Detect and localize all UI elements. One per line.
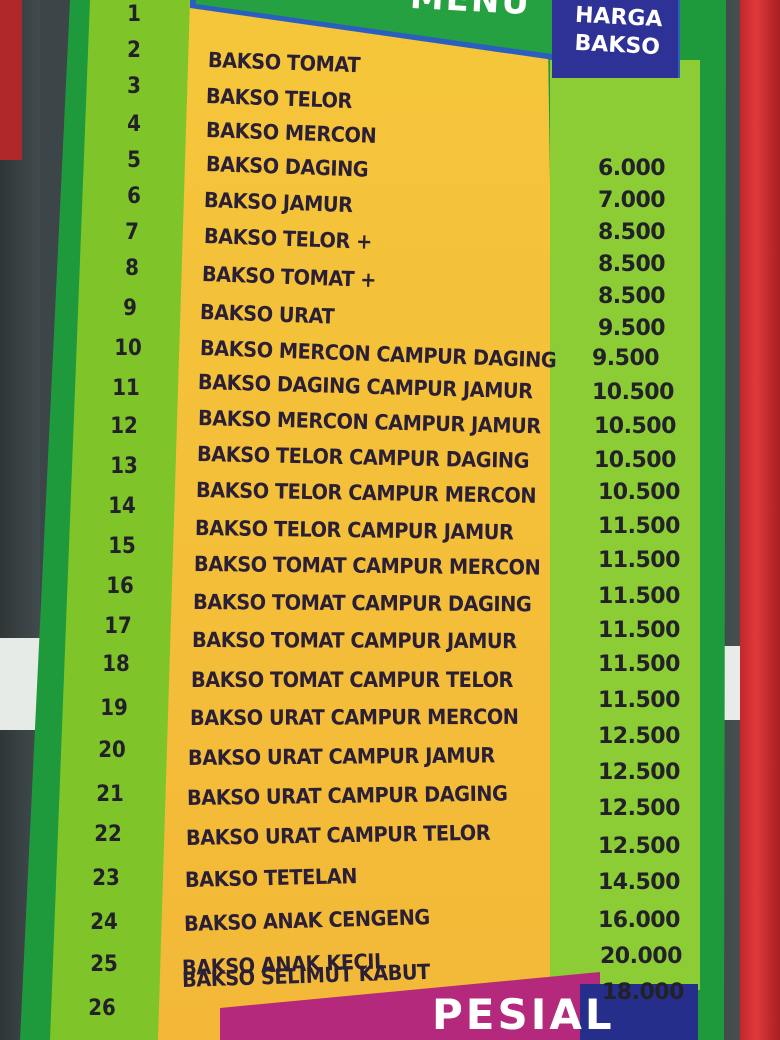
- menu-row-number: 5: [127, 148, 141, 173]
- menu-item-name: BAKSO TOMAT CAMPUR JAMUR: [191, 628, 517, 654]
- menu-item-name: BAKSO JAMUR: [203, 188, 353, 218]
- menu-row-number: 2: [127, 38, 141, 63]
- special-label: PESIAL: [432, 990, 615, 1039]
- menu-item-name: BAKSO TELOR CAMPUR JAMUR: [194, 516, 514, 545]
- menu-item-price: 8.500: [598, 252, 666, 277]
- menu-row-number: 12: [110, 414, 138, 439]
- menu-row-number: 26: [88, 996, 116, 1021]
- menu-item-price: 7.000: [598, 188, 666, 213]
- menu-row-number: 3: [127, 74, 141, 99]
- menu-row-number: 25: [90, 952, 118, 977]
- menu-item-price: 11.500: [598, 652, 680, 677]
- menu-row-number: 23: [92, 866, 120, 891]
- menu-item-price: 9.500: [598, 316, 666, 341]
- menu-item-price: 10.500: [598, 480, 680, 505]
- menu-item-price: 8.500: [598, 220, 666, 245]
- menu-row-number: 6: [127, 184, 141, 209]
- menu-item-name: BAKSO URAT: [199, 300, 335, 329]
- menu-row-number: 9: [123, 296, 137, 321]
- menu-item-price: 10.500: [594, 414, 676, 439]
- menu-item-price: 14.500: [598, 870, 680, 895]
- menu-row-number: 1: [127, 2, 141, 27]
- menu-row-number: 11: [112, 376, 140, 401]
- menu-item-name: BAKSO TOMAT CAMPUR MERCON: [193, 552, 541, 580]
- menu-item-price: 16.000: [598, 908, 680, 933]
- menu-item-price: 11.500: [598, 618, 680, 643]
- menu-item-name: BAKSO URAT CAMPUR MERCON: [189, 704, 519, 730]
- right-red-post: [740, 0, 780, 1040]
- price-header: HARGA BAKSO: [573, 2, 664, 61]
- menu-item-name: BAKSO URAT CAMPUR JAMUR: [187, 743, 495, 770]
- menu-row-number: 19: [100, 696, 128, 721]
- menu-row-number: 7: [125, 220, 139, 245]
- left-red-post: [0, 0, 22, 160]
- menu-item-price: 10.500: [594, 448, 676, 473]
- menu-item-name: BAKSO URAT CAMPUR DAGING: [186, 781, 508, 810]
- menu-item-price: 11.500: [598, 514, 680, 539]
- menu-row-number: 4: [127, 112, 141, 137]
- menu-item-price: 20.000: [600, 944, 682, 969]
- menu-row-number: 24: [90, 910, 118, 935]
- menu-item-price: 11.500: [598, 584, 680, 609]
- menu-item-name: BAKSO TETELAN: [184, 864, 358, 892]
- menu-item-price: 10.500: [592, 380, 674, 405]
- menu-row-number: 17: [104, 614, 132, 639]
- menu-item-price: 11.500: [598, 688, 680, 713]
- menu-item-name: BAKSO TELOR: [205, 84, 353, 114]
- menu-item-price: 9.500: [592, 346, 660, 371]
- menu-row-number: 20: [98, 738, 126, 763]
- menu-item-price: 12.500: [598, 834, 680, 859]
- menu-item-price: 6.000: [598, 156, 666, 181]
- menu-item-name: BAKSO TOMAT CAMPUR DAGING: [192, 590, 532, 617]
- menu-row-number: 21: [96, 782, 124, 807]
- menu-row-number: 18: [102, 652, 130, 677]
- left-white-rail: [0, 638, 40, 730]
- menu-row-number: 13: [110, 454, 138, 479]
- menu-item-price: 12.500: [598, 796, 680, 821]
- menu-row-number: 14: [108, 494, 136, 519]
- menu-item-name: BAKSO TOMAT CAMPUR TELOR: [191, 668, 513, 692]
- menu-item-price: 12.500: [598, 760, 680, 785]
- menu-row-number: 8: [125, 256, 139, 281]
- menu-item-price: 12.500: [598, 724, 680, 749]
- menu-row-number: 15: [108, 534, 136, 559]
- menu-row-number: 10: [114, 336, 142, 361]
- menu-item-price: 8.500: [598, 284, 666, 309]
- menu-item-price: 11.500: [598, 548, 680, 573]
- menu-item-price: 18.000: [602, 980, 684, 1005]
- menu-row-number: 16: [106, 574, 134, 599]
- menu-row-number: 22: [94, 822, 122, 847]
